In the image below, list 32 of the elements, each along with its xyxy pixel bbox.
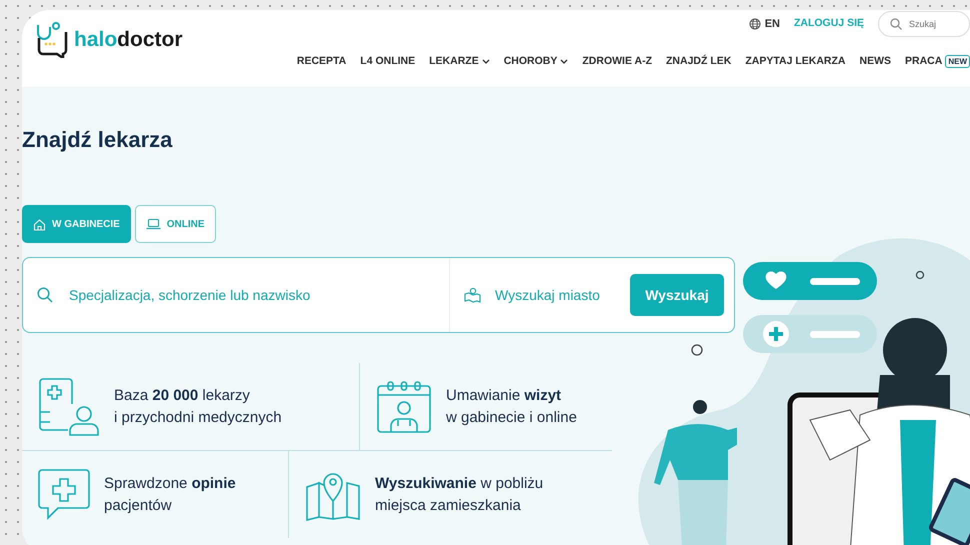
nav-link[interactable]: L4 ONLINE	[360, 54, 416, 70]
nav-link[interactable]: ZAPYTAJ LEKARZA	[745, 54, 846, 70]
feature-text: Baza 20 000 lekarzy i przychodni medycznych	[114, 386, 282, 428]
feature-text: Sprawdzone opinie pacjentów	[104, 474, 236, 516]
nav-link[interactable]: ZNAJDŹ LEK	[666, 54, 732, 70]
speech-bubble-cross-icon	[38, 468, 90, 520]
home-icon	[33, 218, 46, 230]
search-field[interactable]: Szukaj	[878, 11, 970, 37]
stethoscope-chat-icon	[34, 22, 70, 58]
search-icon	[37, 287, 53, 303]
chevron-down-icon	[560, 58, 568, 65]
doctor-card-icon	[38, 378, 100, 436]
map-pin-icon	[464, 287, 481, 303]
city-field[interactable]: Wyszukaj miasto	[493, 284, 630, 306]
feature-text: Wyszukiwanie w pobliżu miejsca zamieszkania	[375, 474, 544, 516]
nav-link[interactable]: CHOROBY	[504, 54, 568, 70]
language-link[interactable]: EN	[764, 16, 780, 32]
nav-link[interactable]: PRACA NEW	[904, 54, 970, 70]
laptop-icon	[146, 218, 161, 230]
chevron-down-icon	[482, 58, 490, 65]
calendar-doctor-icon	[376, 380, 432, 434]
feature-text: Umawianie wizyt w gabinecie i online	[446, 386, 577, 428]
logo[interactable]: halodoctor	[34, 20, 182, 60]
nav-link[interactable]: RECEPTA	[296, 54, 346, 70]
globe-icon[interactable]	[748, 18, 761, 30]
nav-link[interactable]: NEWS	[859, 54, 891, 70]
page-title: Znajdź lekarza	[22, 126, 174, 154]
search-icon	[890, 18, 902, 30]
query-field[interactable]: Specjalizacja, schorzenie lub nazwisko	[67, 284, 449, 306]
nav-link[interactable]: LEKARZE	[429, 54, 490, 70]
new-badge: NEW	[945, 55, 970, 68]
nav-link[interactable]: ZDROWIE A-Z	[582, 54, 652, 70]
